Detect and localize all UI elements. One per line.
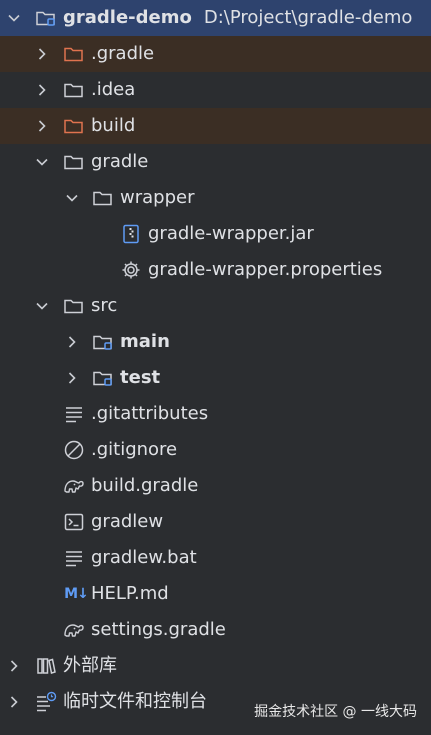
tree-item-wrapper[interactable]: wrapper: [0, 180, 431, 216]
tree-item-main[interactable]: main: [0, 324, 431, 360]
tree-item-dot-idea[interactable]: .idea: [0, 72, 431, 108]
tree-item-label: .gradle: [91, 43, 155, 64]
tree-item-label: gradle-wrapper.properties: [148, 259, 383, 280]
excluded-folder-icon: [63, 115, 85, 137]
folder-icon: [63, 79, 85, 101]
root-path: D:\Project\gradle-demo: [203, 7, 413, 28]
excluded-folder-icon: [63, 43, 85, 65]
terminal-icon: [63, 511, 85, 533]
tree-item-gradlew[interactable]: gradlew: [0, 504, 431, 540]
tree-item-label: build.gradle: [91, 475, 199, 496]
tree-item-label: 临时文件和控制台: [63, 691, 207, 712]
tree-item-label: gradle-wrapper.jar: [148, 223, 314, 244]
tree-item-src[interactable]: src: [0, 288, 431, 324]
markdown-icon: M↓: [64, 586, 89, 602]
chevron-right-icon[interactable]: [33, 81, 51, 99]
tree-item-label: gradlew: [91, 511, 164, 532]
archive-icon: [120, 223, 142, 245]
tree-item-label: main: [120, 331, 170, 352]
root-name: gradle-demo: [63, 7, 192, 28]
chevron-right-icon[interactable]: [33, 45, 51, 63]
tree-item-label: HELP.md: [91, 583, 169, 604]
gradle-elephant-icon: [63, 475, 85, 497]
tree-item-wrapper-jar[interactable]: gradle-wrapper.jar: [0, 216, 431, 252]
tree-item-help-md[interactable]: M↓ HELP.md: [0, 576, 431, 612]
chevron-down-icon[interactable]: [33, 297, 51, 315]
tree-item-label: test: [120, 367, 161, 388]
chevron-right-icon[interactable]: [63, 333, 81, 351]
folder-icon: [92, 187, 114, 209]
tree-item-label: src: [91, 295, 118, 316]
text-file-icon: [63, 547, 85, 569]
tree-item-dot-gradle[interactable]: .gradle: [0, 36, 431, 72]
gear-icon: [120, 259, 142, 281]
tree-item-label: gradle: [91, 151, 149, 172]
scratches-icon: [35, 691, 57, 713]
tree-item-root[interactable]: gradle-demo D:\Project\gradle-demo: [0, 0, 431, 36]
tree-item-label: .gitignore: [91, 439, 178, 460]
tree-item-label: settings.gradle: [91, 619, 226, 640]
tree-item-label: build: [91, 115, 136, 136]
module-folder-icon: [92, 331, 114, 353]
tree-item-gradlew-bat[interactable]: gradlew.bat: [0, 540, 431, 576]
tree-item-label: .idea: [91, 79, 136, 100]
chevron-down-icon[interactable]: [33, 153, 51, 171]
ignored-file-icon: [63, 439, 85, 461]
tree-item-label: 外部库: [63, 655, 117, 676]
tree-item-wrapper-properties[interactable]: gradle-wrapper.properties: [0, 252, 431, 288]
text-file-icon: [63, 403, 85, 425]
tree-item-build-gradle[interactable]: build.gradle: [0, 468, 431, 504]
tree-item-label: .gitattributes: [91, 403, 209, 424]
chevron-right-icon[interactable]: [5, 693, 23, 711]
tree-item-external-libraries[interactable]: 外部库: [0, 648, 431, 684]
module-folder-icon: [35, 7, 57, 29]
tree-item-gitignore[interactable]: .gitignore: [0, 432, 431, 468]
tree-item-label: wrapper: [120, 187, 195, 208]
project-tree: gradle-demo D:\Project\gradle-demo .gradl…: [0, 0, 431, 720]
gradle-elephant-icon: [63, 619, 85, 641]
chevron-right-icon[interactable]: [63, 369, 81, 387]
folder-icon: [63, 151, 85, 173]
module-folder-icon: [92, 367, 114, 389]
tree-item-gitattributes[interactable]: .gitattributes: [0, 396, 431, 432]
tree-item-gradle[interactable]: gradle: [0, 144, 431, 180]
root-folder-label: gradle-demo D:\Project\gradle-demo: [63, 8, 412, 28]
watermark: 掘金技术社区 @ 一线大码: [254, 704, 417, 720]
tree-item-build[interactable]: build: [0, 108, 431, 144]
chevron-right-icon[interactable]: [5, 657, 23, 675]
tree-item-test[interactable]: test: [0, 360, 431, 396]
chevron-down-icon[interactable]: [5, 9, 23, 27]
chevron-right-icon[interactable]: [33, 117, 51, 135]
folder-icon: [63, 295, 85, 317]
chevron-down-icon[interactable]: [63, 189, 81, 207]
tree-item-label: gradlew.bat: [91, 547, 197, 568]
library-icon: [35, 655, 57, 677]
tree-item-settings-gradle[interactable]: settings.gradle: [0, 612, 431, 648]
